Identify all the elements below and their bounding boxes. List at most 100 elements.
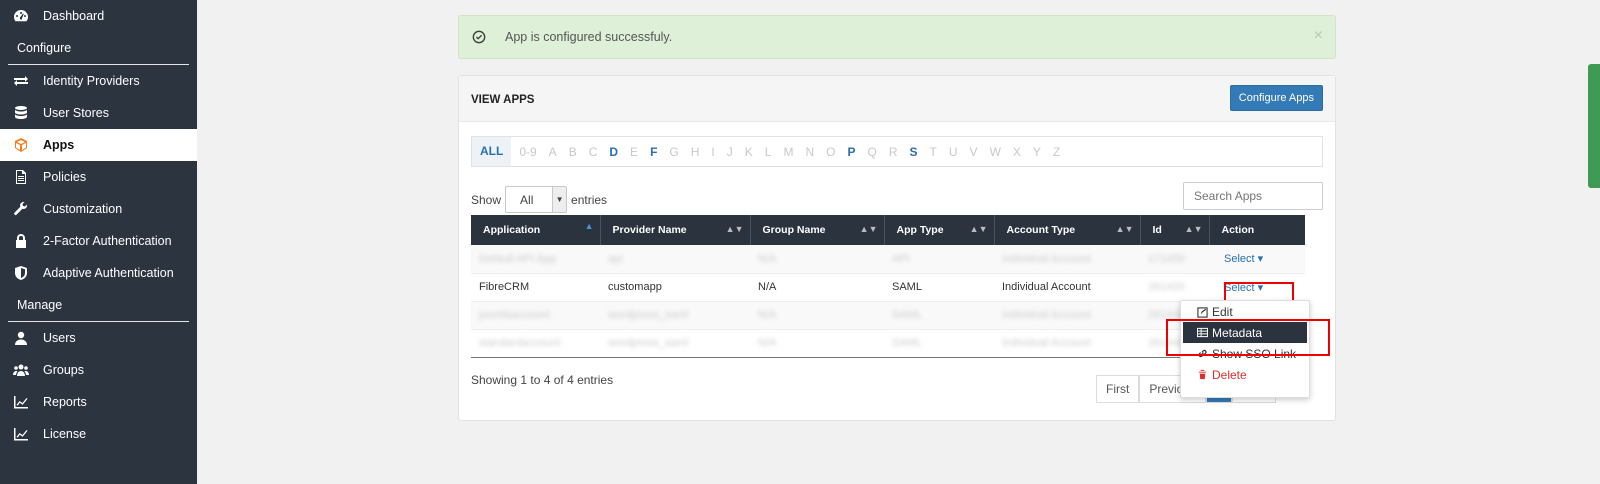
alphabet-letter-z[interactable]: Z bbox=[1047, 145, 1066, 159]
edit-icon bbox=[1197, 306, 1208, 318]
users-icon bbox=[12, 361, 30, 379]
alphabet-letter-t[interactable]: T bbox=[924, 145, 943, 159]
cell-provider: wordpress_saml bbox=[608, 337, 689, 349]
first-page-button[interactable]: First bbox=[1096, 375, 1140, 403]
alphabet-letter-o[interactable]: O bbox=[820, 145, 841, 159]
alphabet-letter-c[interactable]: C bbox=[583, 145, 604, 159]
alphabet-letter-r[interactable]: R bbox=[883, 145, 904, 159]
col-account-type[interactable]: Account Type ▲▼ bbox=[994, 215, 1141, 245]
alphabet-letter-x[interactable]: X bbox=[1007, 145, 1027, 159]
col-group-name[interactable]: Group Name ▲▼ bbox=[750, 215, 885, 245]
sidebar-item-label: Customization bbox=[43, 202, 123, 216]
col-application[interactable]: Application ▲ bbox=[471, 215, 601, 245]
configure-apps-button[interactable]: Configure Apps bbox=[1229, 85, 1323, 111]
alphabet-letter-j[interactable]: J bbox=[721, 145, 739, 159]
table-row: FibreCRM customapp N/A SAML Individual A… bbox=[471, 273, 1305, 301]
sort-icon: ▲▼ bbox=[859, 224, 878, 234]
sidebar-item-label: Groups bbox=[43, 363, 84, 377]
entries-select[interactable]: All ▼ bbox=[505, 186, 568, 213]
sidebar-item-label: Identity Providers bbox=[43, 74, 140, 88]
alphabet-letter-l[interactable]: L bbox=[759, 145, 778, 159]
sidebar-item-label: 2-Factor Authentication bbox=[43, 234, 172, 248]
select-action-button[interactable]: Select ▾ bbox=[1224, 253, 1263, 265]
sidebar-item-label: Dashboard bbox=[43, 9, 105, 23]
alphabet-letter-all[interactable]: ALL bbox=[472, 137, 512, 166]
chevron-down-icon: ▼ bbox=[552, 187, 567, 212]
exchange-icon bbox=[12, 72, 30, 90]
sidebar-item-groups[interactable]: Groups bbox=[0, 354, 197, 386]
alphabet-letter-s[interactable]: S bbox=[904, 145, 924, 159]
sidebar-item-adaptive-auth[interactable]: Adaptive Authentication bbox=[0, 257, 197, 289]
alphabet-letter-b[interactable]: B bbox=[563, 145, 583, 159]
alphabet-letter-g[interactable]: G bbox=[663, 145, 684, 159]
cube-icon bbox=[12, 136, 30, 154]
alphabet-letter-k[interactable]: K bbox=[739, 145, 759, 159]
close-icon[interactable]: × bbox=[1314, 27, 1323, 45]
sidebar-item-label: Reports bbox=[43, 395, 87, 409]
search-apps-input[interactable] bbox=[1183, 182, 1323, 210]
alphabet-letter-v[interactable]: V bbox=[964, 145, 984, 159]
cell-id: 171450 bbox=[1148, 252, 1185, 265]
cell-account-type: Individual Account bbox=[1002, 309, 1091, 321]
feedback-tab[interactable] bbox=[1588, 64, 1600, 188]
alphabet-letter-p[interactable]: P bbox=[841, 145, 861, 159]
alphabet-letter-h[interactable]: H bbox=[685, 145, 706, 159]
sidebar-item-users[interactable]: Users bbox=[0, 322, 197, 354]
cell-group: N/A bbox=[758, 337, 777, 349]
sort-icon: ▲▼ bbox=[725, 224, 744, 234]
dropdown-item-edit[interactable]: Edit bbox=[1181, 305, 1309, 319]
sidebar: Dashboard Configure Identity Providers U… bbox=[0, 0, 197, 484]
cell-account-type: Individual Account bbox=[1002, 337, 1091, 349]
alphabet-letter-u[interactable]: U bbox=[943, 145, 964, 159]
cell-provider: wordpress_saml bbox=[608, 309, 689, 321]
sidebar-item-customization[interactable]: Customization bbox=[0, 193, 197, 225]
shield-icon bbox=[12, 264, 30, 282]
alphabet-letter-f[interactable]: F bbox=[644, 145, 663, 159]
alphabet-letter-w[interactable]: W bbox=[984, 145, 1007, 159]
success-alert: App is configured successfuly. × bbox=[458, 15, 1336, 59]
col-app-type[interactable]: App Type ▲▼ bbox=[884, 215, 995, 245]
panel-title: VIEW APPS bbox=[471, 94, 535, 106]
col-id[interactable]: Id ▲▼ bbox=[1140, 215, 1210, 245]
cell-action: Select ▾ bbox=[1209, 245, 1305, 273]
sidebar-item-label: User Stores bbox=[43, 106, 109, 120]
sidebar-item-policies[interactable]: Policies bbox=[0, 161, 197, 193]
sidebar-item-label: Policies bbox=[43, 170, 87, 184]
alphabet-letter-0-9[interactable]: 0-9 bbox=[513, 145, 542, 159]
entries-label: entries bbox=[571, 192, 608, 207]
sidebar-item-identity-providers[interactable]: Identity Providers bbox=[0, 65, 197, 97]
showing-entries-info: Showing 1 to 4 of 4 entries bbox=[471, 373, 614, 387]
alphabet-letter-n[interactable]: N bbox=[799, 145, 820, 159]
cell-application: joomlaaccount bbox=[479, 309, 550, 321]
section-manage: Manage bbox=[17, 298, 63, 312]
sort-icon: ▲▼ bbox=[1184, 224, 1203, 234]
check-circle-icon bbox=[472, 30, 486, 44]
sort-icon: ▲▼ bbox=[1115, 224, 1134, 234]
sidebar-item-apps[interactable]: Apps bbox=[0, 129, 197, 161]
cell-group: N/A bbox=[758, 252, 777, 265]
dropdown-item-delete[interactable]: Delete bbox=[1181, 364, 1309, 385]
col-provider-name[interactable]: Provider Name ▲▼ bbox=[600, 215, 751, 245]
alphabet-filter: ALL 0-9 A B C D E F G H I J K L M N O P Q R S T U V W X Y Z bbox=[471, 136, 1323, 167]
alphabet-letter-a[interactable]: A bbox=[543, 145, 563, 159]
panel-header: VIEW APPS Configure Apps bbox=[459, 76, 1335, 122]
alphabet-letter-m[interactable]: M bbox=[777, 145, 799, 159]
sidebar-item-license[interactable]: License bbox=[0, 418, 197, 450]
cell-app-type: API bbox=[892, 252, 910, 265]
alphabet-letter-y[interactable]: Y bbox=[1027, 145, 1047, 159]
cell-group: N/A bbox=[758, 309, 777, 321]
alphabet-letter-i[interactable]: I bbox=[705, 145, 720, 159]
alert-message: App is configured successfuly. bbox=[505, 30, 673, 44]
chart-icon bbox=[12, 425, 30, 443]
sidebar-item-user-stores[interactable]: User Stores bbox=[0, 97, 197, 129]
cell-application: standardaccount bbox=[479, 337, 561, 349]
alphabet-letter-q[interactable]: Q bbox=[862, 145, 883, 159]
sidebar-item-reports[interactable]: Reports bbox=[0, 386, 197, 418]
alphabet-letter-d[interactable]: D bbox=[603, 145, 624, 159]
sidebar-item-2fa[interactable]: 2-Factor Authentication bbox=[0, 225, 197, 257]
sidebar-item-label: Users bbox=[43, 331, 76, 345]
sidebar-item-dashboard[interactable]: Dashboard bbox=[0, 0, 197, 32]
table-row: Default API App api N/A API Individual A… bbox=[471, 245, 1305, 273]
cell-app-type: SAML bbox=[892, 309, 922, 321]
alphabet-letter-e[interactable]: E bbox=[624, 145, 644, 159]
